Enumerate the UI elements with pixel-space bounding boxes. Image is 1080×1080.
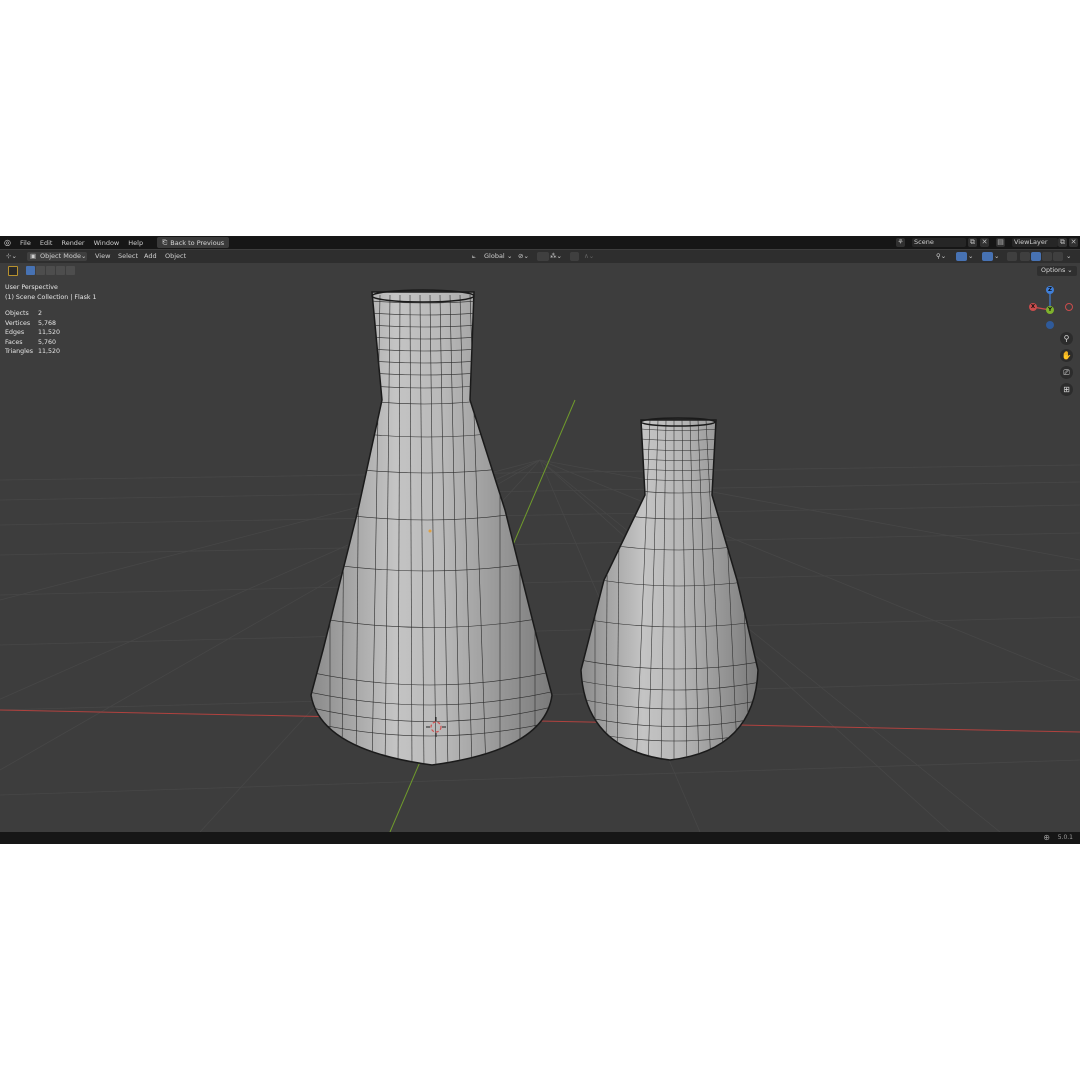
- perspective-toggle-icon[interactable]: ⊞: [1060, 383, 1073, 396]
- gizmo-neg-x-axis[interactable]: [1065, 303, 1073, 311]
- stat-row: Objects 2: [5, 310, 43, 317]
- scene-icon[interactable]: ⚘: [896, 238, 905, 247]
- version-label: 5.0.1: [1057, 834, 1073, 841]
- scene-statistics: Objects 2 Vertices 5,768 Edges 11,520 Faces…: [5, 309, 60, 357]
- top-menu-bar: ◎ File Edit Render Window Help ⎗ Back to…: [0, 236, 1080, 249]
- origin-point: [428, 529, 432, 533]
- flask-2-mesh[interactable]: [575, 417, 770, 770]
- blender-logo-icon[interactable]: ◎: [4, 238, 11, 247]
- zoom-icon[interactable]: ⚲: [1060, 332, 1073, 345]
- gizmo-x-axis[interactable]: X: [1029, 303, 1037, 311]
- back-icon: ⎗: [162, 238, 168, 246]
- menu-edit[interactable]: Edit: [40, 239, 53, 247]
- back-to-previous-label: Back to Previous: [170, 238, 225, 247]
- camera-view-icon[interactable]: ⎚: [1060, 366, 1073, 379]
- stat-row: Vertices 5,768: [5, 319, 57, 327]
- stat-row: Edges 11,520: [5, 329, 61, 337]
- scene-field[interactable]: Scene: [912, 238, 966, 247]
- perspective-label: User Perspective: [5, 284, 58, 291]
- menu-render[interactable]: Render: [61, 239, 84, 247]
- viewport-3d[interactable]: [0, 250, 1080, 832]
- back-to-previous-button[interactable]: ⎗ Back to Previous: [157, 237, 230, 248]
- view-layer-icon[interactable]: ▤: [996, 238, 1005, 247]
- collection-label: (1) Scene Collection | Flask 1: [5, 294, 97, 301]
- stat-row: Faces 5,760: [5, 338, 57, 346]
- status-bar: ⊕ 5.0.1: [0, 832, 1080, 844]
- floor-grid: [0, 459, 1080, 832]
- pan-hand-icon[interactable]: ✋: [1060, 349, 1073, 362]
- globe-icon: ⊕: [1043, 833, 1050, 842]
- gizmo-neg-z-axis[interactable]: [1046, 321, 1054, 329]
- view-layer-field[interactable]: ViewLayer: [1012, 238, 1058, 247]
- delete-scene-icon[interactable]: ✕: [980, 238, 989, 247]
- new-scene-icon[interactable]: ⧉: [968, 238, 977, 247]
- blender-window: ◎ File Edit Render Window Help ⎗ Back to…: [0, 236, 1080, 844]
- menu-window[interactable]: Window: [94, 239, 120, 247]
- gizmo-z-axis[interactable]: Z: [1046, 286, 1054, 294]
- menu-help[interactable]: Help: [128, 239, 143, 247]
- gizmo-y-axis[interactable]: Y: [1046, 306, 1054, 314]
- new-view-layer-icon[interactable]: ⧉: [1058, 238, 1067, 247]
- menu-file[interactable]: File: [20, 239, 31, 247]
- delete-view-layer-icon[interactable]: ✕: [1069, 238, 1078, 247]
- stat-row: Triangles 11,520: [5, 348, 61, 356]
